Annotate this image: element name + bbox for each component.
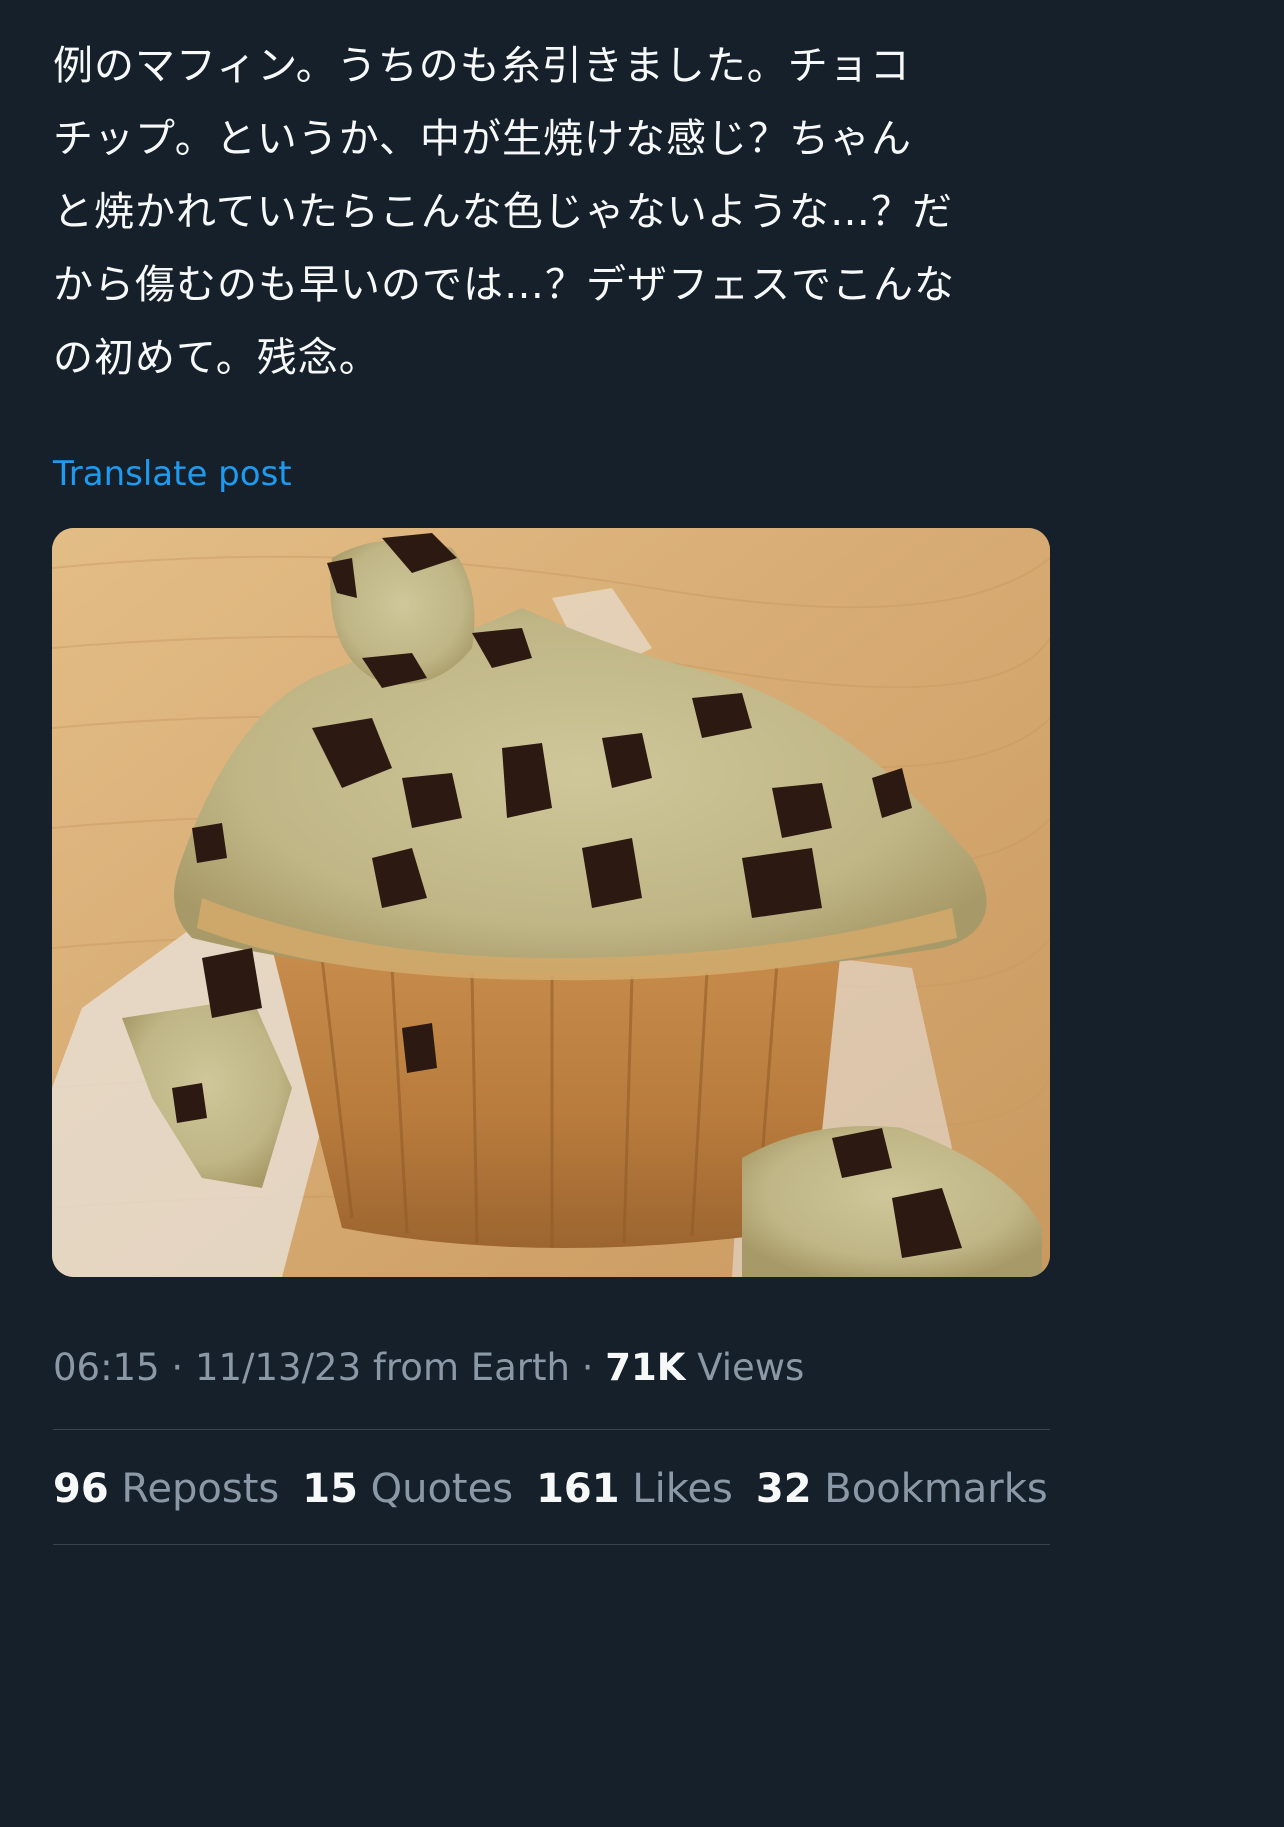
post-meta: 06:15 · 11/13/23 from Earth · 71K Views <box>53 1344 804 1392</box>
quotes-stat[interactable]: 15 Quotes <box>302 1464 513 1514</box>
divider <box>53 1429 1050 1430</box>
bookmarks-label: Bookmarks <box>824 1466 1048 1512</box>
meta-separator: · <box>569 1346 606 1389</box>
post-source: from Earth <box>361 1346 570 1389</box>
post-date[interactable]: 11/13/23 <box>195 1346 361 1389</box>
post-image[interactable] <box>52 528 1050 1277</box>
bookmarks-stat[interactable]: 32 Bookmarks <box>756 1464 1048 1514</box>
meta-separator: · <box>159 1346 195 1389</box>
likes-count: 161 <box>536 1466 620 1512</box>
engagement-stats: 96 Reposts 15 Quotes 161 Likes 32 Bookma… <box>53 1464 1048 1514</box>
post-time[interactable]: 06:15 <box>53 1346 160 1389</box>
likes-label: Likes <box>632 1466 733 1512</box>
views-label: Views <box>685 1346 805 1389</box>
quotes-label: Quotes <box>370 1466 514 1512</box>
reposts-count: 96 <box>53 1466 109 1512</box>
views-count: 71K <box>605 1346 686 1389</box>
reposts-label: Reposts <box>121 1466 280 1512</box>
divider <box>53 1544 1050 1545</box>
quotes-count: 15 <box>302 1466 358 1512</box>
post-text: 例のマフィン。うちのも糸引きました。チョコ チップ。というか、中が生焼けな感じ？… <box>53 43 955 381</box>
translate-post-link[interactable]: Translate post <box>53 452 292 496</box>
muffin-photo <box>52 528 1050 1277</box>
bookmarks-count: 32 <box>755 1466 812 1512</box>
reposts-stat[interactable]: 96 Reposts <box>53 1464 279 1514</box>
likes-stat[interactable]: 161 Likes <box>536 1464 733 1514</box>
